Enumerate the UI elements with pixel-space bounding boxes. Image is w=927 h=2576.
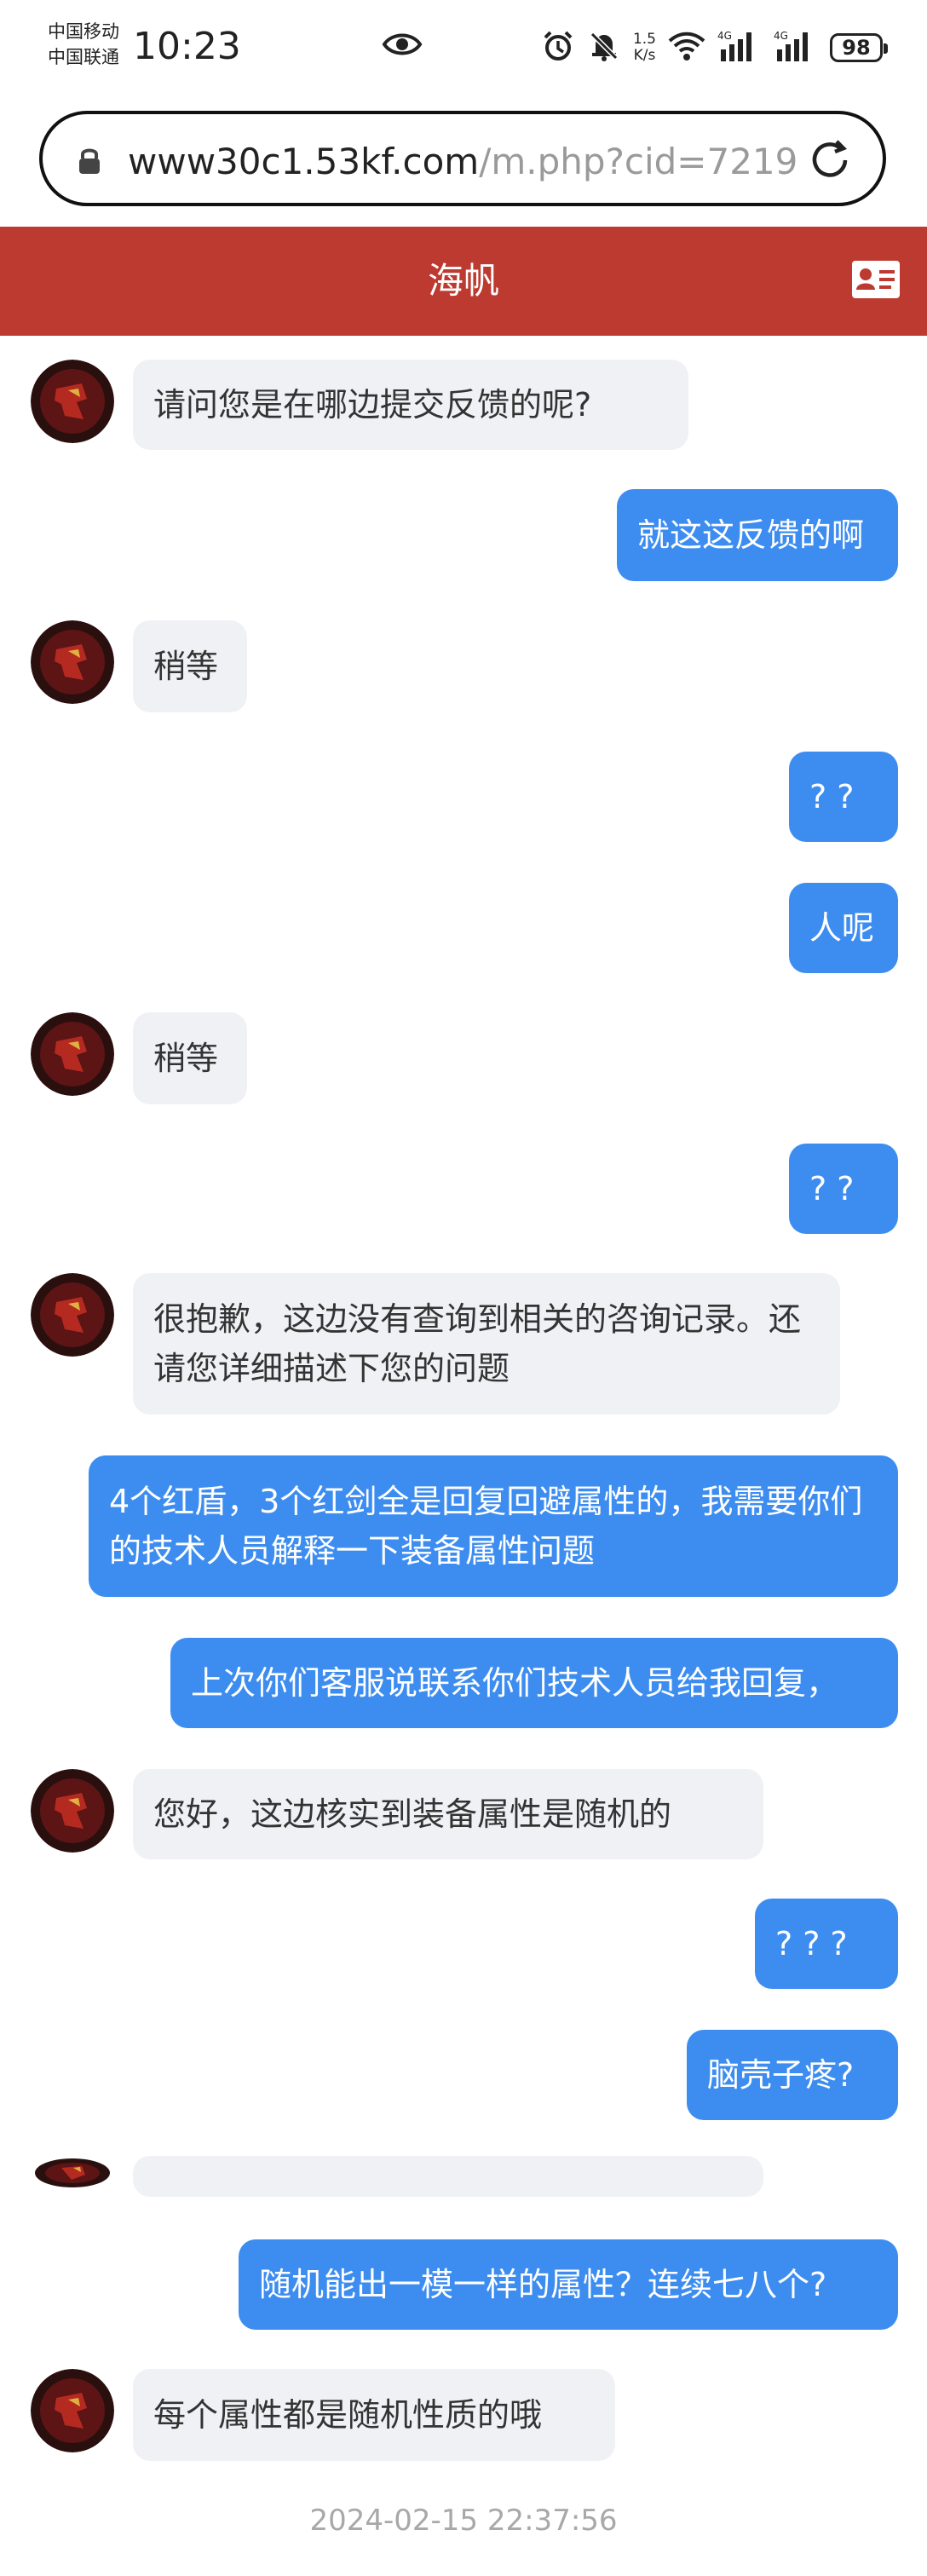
eye-icon [382,29,423,63]
agent-avatar-collapsed [34,2158,111,2188]
agent-message: 很抱歉，这边没有查询到相关的咨询记录。还请您详细描述下您的问题 [133,1273,840,1415]
agent-avatar [31,620,114,704]
agent-avatar [31,1012,114,1096]
signal-icon-1: 4G [717,29,762,66]
wifi-icon [668,31,705,65]
agent-message: 稍等 [133,620,247,712]
status-bar: 中国移动 中国联通 10:23 1.5 K/s 4G 4G 98 [0,0,927,95]
battery-indicator: 98 [830,33,888,62]
user-message: 上次你们客服说联系你们技术人员给我回复， [170,1638,898,1728]
agent-avatar [31,360,114,443]
agent-message: 您好，这边核实到装备属性是随机的 [133,1769,763,1859]
agent-message: 每个属性都是随机性质的哦 [133,2369,615,2461]
agent-avatar [31,1273,114,1357]
user-message: 人呢 [789,883,898,973]
alarm-icon [541,29,575,66]
speed-value: 1.5 [632,31,656,48]
carrier-2: 中国联通 [48,47,119,67]
signal-icon-2: 4G [774,29,818,66]
clock: 10:23 [133,25,241,68]
chat-header: 海帆 [0,227,927,336]
speed-unit: K/s [633,47,656,64]
agent-message: 请问您是在哪边提交反馈的呢? [133,360,688,450]
lock-icon [77,145,102,179]
user-message: 就这这反馈的啊 [617,489,898,581]
agent-avatar [31,1769,114,1853]
address-bar[interactable]: www30c1.53kf.com/m.php?cid=7219 [39,111,886,206]
message-timestamp: 2024-02-15 22:37:56 [309,2504,618,2538]
url-text[interactable]: www30c1.53kf.com/m.php?cid=7219 [128,138,809,186]
page-title: 海帆 [427,260,499,302]
url-path: /m.php?cid=7219 [479,141,798,182]
contact-card-icon[interactable] [850,259,901,303]
user-message: ? ? [789,1144,898,1234]
network-speed: 1.5 K/s [633,32,656,64]
user-message: 4个红盾，3个红剑全是回复回避属性的，我需要你们的技术人员解释一下装备属性问题 [89,1455,898,1597]
carrier-1: 中国移动 [48,21,119,42]
svg-text:4G: 4G [774,30,788,42]
user-message: ? ? ? [755,1899,898,1989]
url-domain: www30c1.53kf.com [128,141,480,182]
mute-bell-icon [587,29,621,66]
agent-message-collapsed [133,2156,763,2197]
agent-avatar [31,2369,114,2452]
carrier-labels: 中国移动 中国联通 [48,19,119,70]
svg-text:4G: 4G [717,30,732,42]
user-message: ? ? [789,752,898,842]
user-message: 随机能出一模一样的属性？连续七八个? [239,2239,898,2330]
reload-icon[interactable] [806,136,854,187]
agent-message: 稍等 [133,1012,247,1104]
user-message: 脑壳子疼? [687,2030,898,2120]
